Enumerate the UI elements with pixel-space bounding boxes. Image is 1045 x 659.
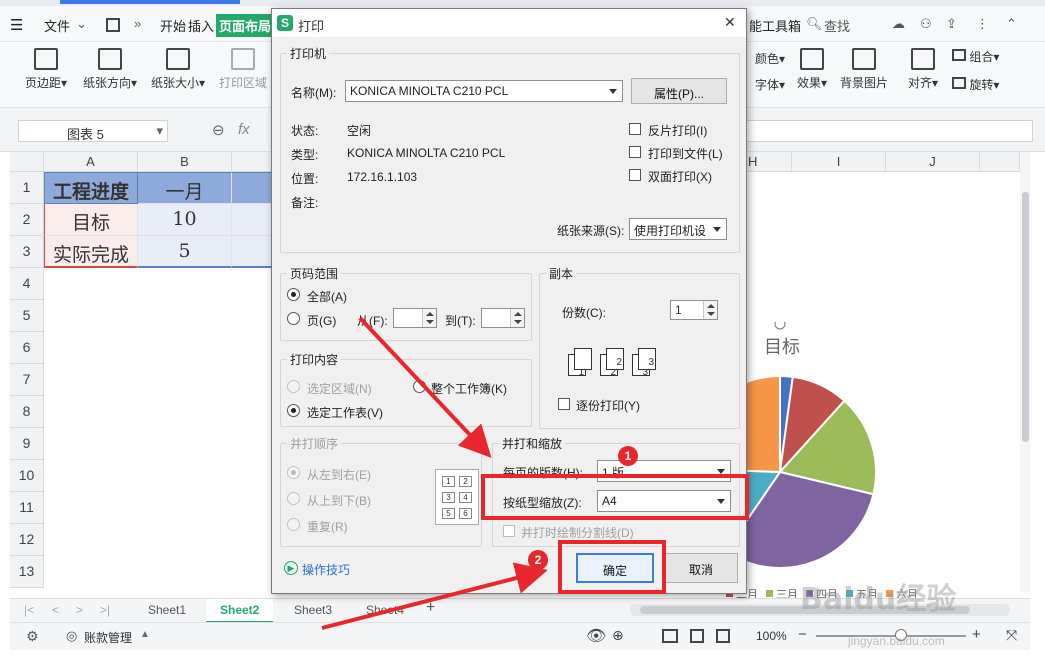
- step-badge-2: 2: [528, 550, 548, 570]
- highlight-ok-box: [558, 540, 666, 594]
- step-badge-1: 1: [618, 446, 638, 466]
- annotation-arrow-2: [321, 562, 548, 630]
- highlight-scale-box: [481, 474, 749, 520]
- annotation-arrow-1: [358, 316, 492, 458]
- annotation-arrows: [321, 316, 548, 630]
